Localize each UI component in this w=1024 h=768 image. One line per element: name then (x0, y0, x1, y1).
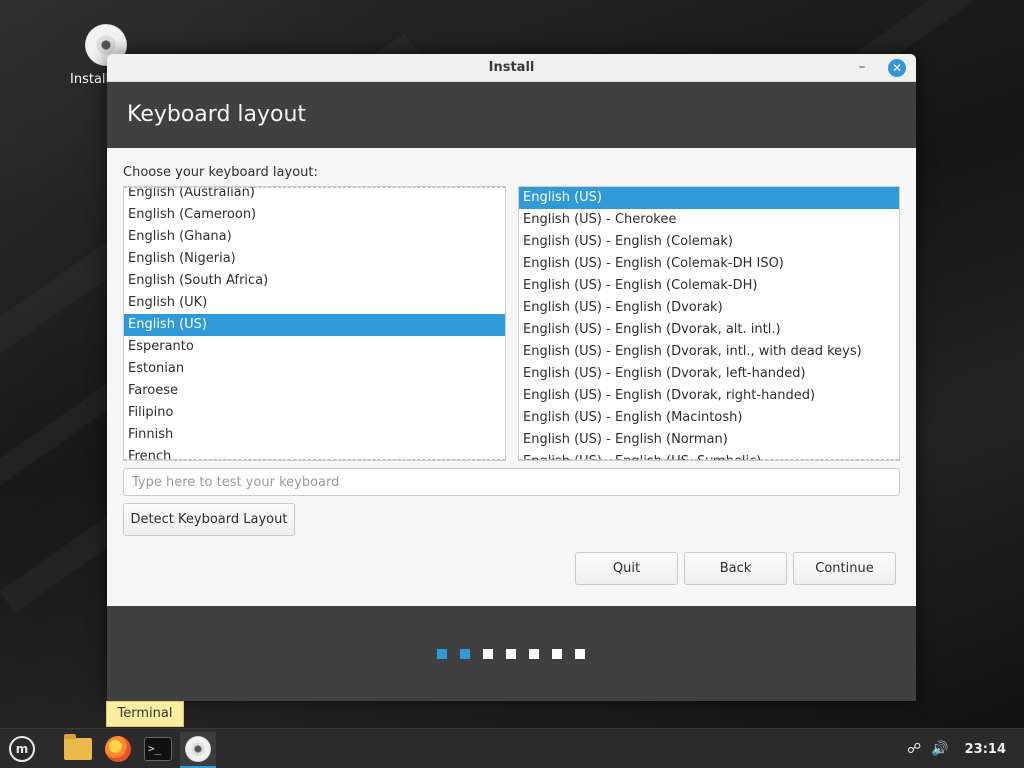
layout-list-item[interactable]: English (Australian) (124, 187, 505, 204)
layout-list-item[interactable]: Estonian (124, 358, 505, 380)
close-button[interactable]: ✕ (888, 59, 906, 77)
progress-dots (437, 649, 585, 659)
variant-list-item[interactable]: English (US) - English (Colemak-DH) (519, 275, 899, 297)
variant-list[interactable]: English (US) English (US) - Cherokee Engli… (518, 186, 900, 461)
progress-step-dot (483, 649, 493, 659)
variant-list-item[interactable]: English (US) - English (Dvorak, alt. int… (519, 319, 899, 341)
progress-step-dot (437, 649, 447, 659)
detect-keyboard-layout-button[interactable]: Detect Keyboard Layout (123, 503, 295, 536)
install-taskbar-button[interactable] (180, 732, 216, 768)
layout-list-item[interactable]: Finnish (124, 424, 505, 446)
variant-list-item[interactable]: English (US) - English (Colemak-DH ISO) (519, 253, 899, 275)
page-header: Keyboard layout (107, 82, 916, 148)
variant-list-item[interactable]: English (US) - English (Macintosh) (519, 407, 899, 429)
firefox-button[interactable] (100, 732, 136, 766)
folder-icon (64, 734, 92, 760)
network-icon[interactable]: ☍ (907, 741, 921, 757)
layout-list[interactable]: English (Australian) English (Cameroon) En… (123, 186, 506, 461)
terminal-button[interactable]: >_ (140, 732, 176, 766)
progress-step-dot (552, 649, 562, 659)
continue-button[interactable]: Continue (793, 552, 896, 585)
variant-list-item[interactable]: English (US) - English (Dvorak, right-ha… (519, 385, 899, 407)
variant-list-item[interactable]: English (US) - Cherokee (519, 209, 899, 231)
window-titlebar[interactable]: Install – ✕ (107, 54, 916, 82)
variant-list-item[interactable]: English (US) - English (Dvorak, left-han… (519, 363, 899, 385)
variant-list-item[interactable]: English (US) - English (Colemak) (519, 231, 899, 253)
variant-list-item[interactable]: English (US) - English (Norman) (519, 429, 899, 451)
mint-menu-icon: m (9, 736, 35, 762)
list-scroll-edge (124, 187, 505, 188)
window-title: Install (488, 60, 535, 75)
minimize-button[interactable]: – (852, 56, 872, 78)
install-window: Install – ✕ Keyboard layout Choose your … (107, 54, 916, 701)
quit-button[interactable]: Quit (575, 552, 678, 585)
variant-list-item[interactable]: English (US) - English (Dvorak, intl., w… (519, 341, 899, 363)
progress-step-dot (529, 649, 539, 659)
choose-layout-label: Choose your keyboard layout: (123, 165, 318, 180)
progress-step-dot (506, 649, 516, 659)
terminal-icon: >_ (144, 737, 172, 761)
files-button[interactable] (60, 732, 96, 766)
layout-list-item[interactable]: English (US) (124, 314, 505, 336)
volume-icon[interactable]: 🔊 (931, 741, 948, 757)
layout-list-item[interactable]: English (South Africa) (124, 270, 505, 292)
content-area: Choose your keyboard layout: English (Au… (107, 148, 916, 606)
progress-step-dot (575, 649, 585, 659)
firefox-icon (105, 736, 131, 762)
variant-list-item[interactable]: English (US) (519, 187, 899, 209)
layout-list-item[interactable]: Filipino (124, 402, 505, 424)
clock[interactable]: 23:14 (965, 742, 1006, 757)
layout-list-item[interactable]: Faroese (124, 380, 505, 402)
menu-button[interactable]: m (4, 732, 40, 766)
variant-list-item[interactable]: English (US) - English (Dvorak) (519, 297, 899, 319)
system-tray: ☍ 🔊 23:14 (907, 729, 1006, 768)
back-button[interactable]: Back (684, 552, 787, 585)
layout-list-item[interactable]: English (Cameroon) (124, 204, 505, 226)
layout-list-item[interactable]: English (Ghana) (124, 226, 505, 248)
layout-list-item[interactable]: Esperanto (124, 336, 505, 358)
list-scroll-edge (519, 459, 899, 460)
install-disc-icon (185, 736, 211, 762)
layout-list-item[interactable]: English (Nigeria) (124, 248, 505, 270)
list-scroll-edge (124, 459, 505, 460)
keyboard-test-input[interactable] (123, 468, 900, 496)
progress-footer (107, 606, 916, 701)
terminal-tooltip: Terminal (106, 701, 184, 727)
page-title: Keyboard layout (127, 102, 307, 127)
layout-list-item[interactable]: English (UK) (124, 292, 505, 314)
taskbar: m >_ ☍ 🔊 23:14 (0, 728, 1024, 768)
progress-step-dot (460, 649, 470, 659)
